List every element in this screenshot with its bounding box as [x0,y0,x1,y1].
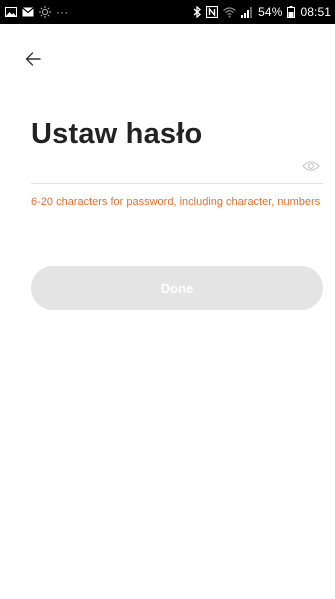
page-title: Ustaw hasło [31,118,203,150]
status-right: 54% 08:51 [193,5,331,19]
password-field [31,156,323,184]
bluetooth-icon [193,6,202,18]
status-bar: ··· 54% 08:51 [0,0,335,24]
arrow-left-icon [25,51,41,71]
nfc-icon [206,6,219,18]
battery-percent: 54% [258,5,283,19]
status-left: ··· [5,5,68,19]
done-button[interactable]: Done [31,266,323,310]
back-button[interactable] [22,50,44,72]
clock: 08:51 [300,5,331,19]
eye-icon [302,159,320,177]
mail-icon [22,7,34,17]
password-input[interactable] [31,156,291,183]
battery-icon [287,6,296,18]
more-notifications-indicator: ··· [56,5,69,19]
show-password-toggle[interactable] [301,160,321,176]
signal-icon [241,6,253,18]
password-hint: 6-20 characters for password, including … [31,196,321,208]
wifi-icon [223,6,237,18]
settings-brightness-icon [39,6,51,18]
gallery-icon [5,7,17,17]
